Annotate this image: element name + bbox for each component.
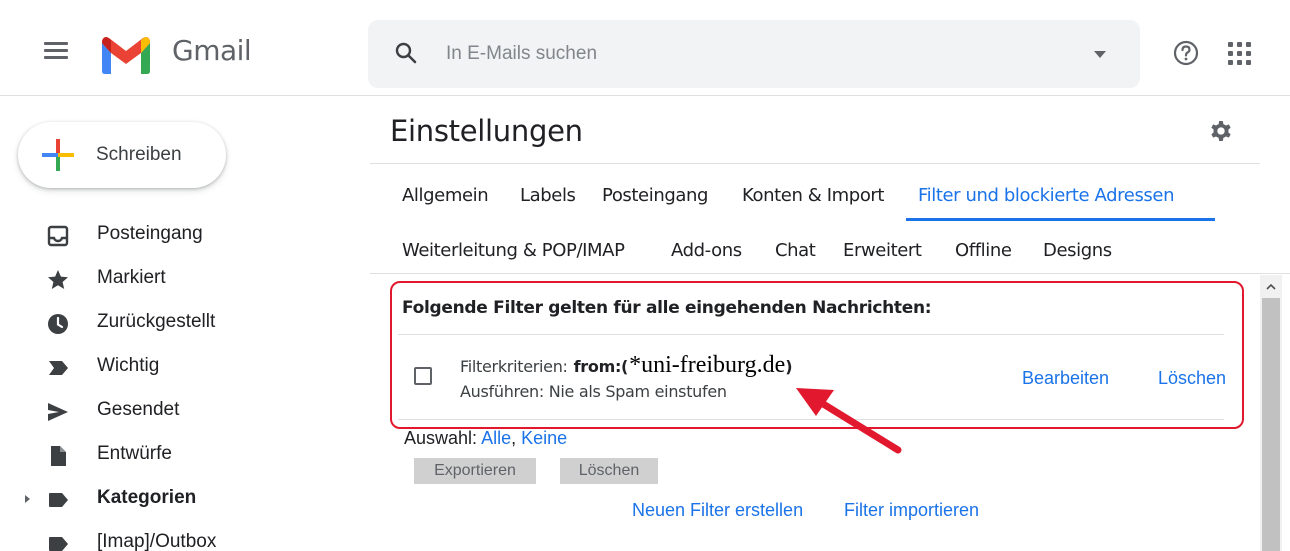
import-filter-link[interactable]: Filter importieren — [844, 500, 979, 521]
filter-checkbox[interactable] — [414, 367, 432, 385]
selection-prefix: Auswahl: — [404, 428, 478, 448]
sidebar-item-label: [Imap]/Outbox — [97, 531, 217, 551]
filter-heading: Folgende Filter gelten für alle eingehen… — [402, 298, 932, 318]
divider — [370, 273, 1290, 274]
criteria-label: Filterkriterien: — [460, 357, 568, 376]
help-icon[interactable] — [1172, 39, 1200, 67]
tab-themes[interactable]: Designs — [1043, 240, 1112, 261]
criteria-value: *uni-freiburg.de — [629, 352, 786, 378]
tab-addons[interactable]: Add-ons — [671, 240, 742, 261]
menu-icon — [44, 42, 68, 45]
label-icon — [49, 493, 68, 507]
selection-line: Auswahl: Alle, Keine — [404, 428, 568, 448]
sidebar-item-inbox[interactable]: Posteingang — [0, 214, 300, 258]
tab-filters-blocked[interactable]: Filter und blockierte Adressen — [918, 185, 1174, 206]
sidebar-item-starred[interactable]: Markiert — [0, 258, 300, 302]
label-icon — [49, 537, 68, 551]
tab-labels[interactable]: Labels — [520, 185, 576, 206]
top-bar: Gmail — [0, 0, 1290, 96]
scrollbar-thumb[interactable] — [1262, 298, 1280, 551]
gear-icon[interactable] — [1208, 118, 1234, 144]
expand-arrow-icon[interactable] — [25, 495, 30, 503]
divider — [370, 163, 1260, 164]
sidebar-item-categories[interactable]: Kategorien — [0, 478, 300, 522]
sidebar-item-sent[interactable]: Gesendet — [0, 390, 300, 434]
sidebar-item-label: Gesendet — [97, 399, 180, 420]
gmail-logo[interactable] — [98, 33, 154, 75]
send-icon — [48, 403, 68, 421]
delete-filter-link[interactable]: Löschen — [1158, 368, 1226, 389]
export-button[interactable]: Exportieren — [414, 458, 536, 484]
select-none-link[interactable]: Keine — [521, 428, 567, 448]
criteria-key: from:( — [573, 357, 629, 376]
search-bar[interactable] — [368, 20, 1140, 88]
compose-label: Schreiben — [96, 144, 182, 165]
plus-icon — [42, 139, 74, 171]
important-icon — [49, 361, 68, 375]
sidebar-item-label: Wichtig — [97, 355, 160, 376]
star-icon — [48, 270, 68, 289]
tab-chat[interactable]: Chat — [775, 240, 816, 261]
search-icon[interactable] — [394, 41, 418, 65]
page-title: Einstellungen — [390, 114, 583, 148]
apps-icon[interactable] — [1226, 39, 1254, 67]
sidebar-item-label: Zurückgestellt — [97, 311, 216, 332]
inbox-icon — [47, 225, 69, 247]
main-menu-button[interactable] — [40, 36, 72, 64]
sidebar-item-important[interactable]: Wichtig — [0, 346, 300, 390]
create-filter-link[interactable]: Neuen Filter erstellen — [632, 500, 803, 521]
tab-accounts-import[interactable]: Konten & Import — [742, 185, 884, 206]
search-input[interactable] — [446, 38, 1046, 70]
scroll-up-icon[interactable] — [1262, 280, 1280, 294]
tab-forwarding[interactable]: Weiterleitung & POP/IMAP — [402, 240, 625, 261]
app-name: Gmail — [172, 34, 252, 67]
tab-general[interactable]: Allgemein — [402, 185, 489, 206]
sidebar-item-label: Kategorien — [97, 487, 197, 508]
draft-icon — [51, 446, 66, 466]
annotation-arrow-icon — [796, 388, 902, 454]
sidebar-item-drafts[interactable]: Entwürfe — [0, 434, 300, 478]
sidebar-item-label: Markiert — [97, 267, 166, 288]
edit-filter-link[interactable]: Bearbeiten — [1022, 368, 1109, 389]
tab-offline[interactable]: Offline — [955, 240, 1012, 261]
filter-action: Ausführen: Nie als Spam einstufen — [460, 382, 727, 401]
active-tab-indicator — [906, 218, 1215, 221]
delete-selected-button[interactable]: Löschen — [560, 458, 658, 484]
sidebar-item-label: Posteingang — [97, 223, 203, 244]
tab-advanced[interactable]: Erweitert — [843, 240, 922, 261]
tab-inbox[interactable]: Posteingang — [602, 185, 708, 206]
filter-criteria: Filterkriterien: from:( *uni-freiburg.de… — [460, 352, 793, 379]
sidebar-item-outbox[interactable]: [Imap]/Outbox — [0, 522, 300, 551]
compose-button[interactable]: Schreiben — [18, 122, 226, 188]
select-all-link[interactable]: Alle — [481, 428, 511, 448]
sidebar-item-label: Entwürfe — [97, 443, 172, 464]
chevron-down-icon[interactable] — [1094, 51, 1106, 58]
sidebar-item-snoozed[interactable]: Zurückgestellt — [0, 302, 300, 346]
clock-icon — [48, 314, 68, 334]
